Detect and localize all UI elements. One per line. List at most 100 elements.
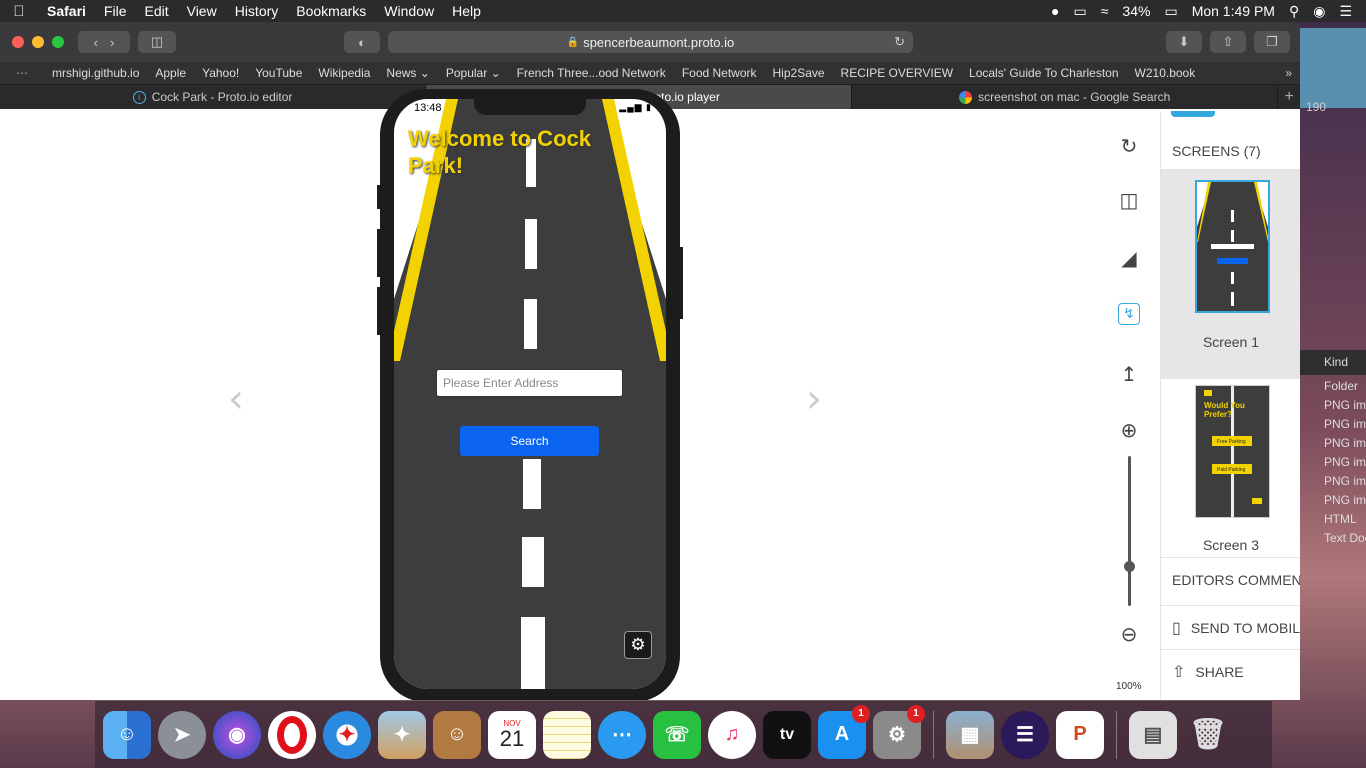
finder-kind-cell[interactable]: PNG image bbox=[1300, 474, 1366, 493]
favorite-link[interactable]: Hip2Save bbox=[765, 66, 833, 80]
restart-icon[interactable]: ↻ bbox=[1116, 133, 1142, 159]
calendar-icon[interactable]: NOV 21 bbox=[488, 710, 536, 759]
battery-percent[interactable]: 34% bbox=[1122, 3, 1150, 19]
minimize-window-button[interactable] bbox=[32, 36, 44, 48]
zoom-window-button[interactable] bbox=[52, 36, 64, 48]
share-toolbar-button[interactable]: ⇧ bbox=[1210, 31, 1246, 53]
powerpoint-icon[interactable]: P bbox=[1056, 710, 1104, 759]
favorite-folder-popular[interactable]: Popular ⌄ bbox=[438, 66, 509, 80]
screens-header: SCREENS (7) bbox=[1172, 143, 1261, 159]
favorite-link[interactable]: Apple bbox=[147, 66, 194, 80]
zoom-in-icon[interactable]: ⊕ bbox=[1116, 417, 1142, 443]
trash-icon[interactable]: 🗑 bbox=[1184, 711, 1232, 759]
favorites-grid-icon[interactable]: ⋯ bbox=[0, 66, 44, 80]
finder-kind-header[interactable]: Kind bbox=[1300, 350, 1366, 375]
menu-help[interactable]: Help bbox=[443, 3, 490, 19]
screen-thumbnail: Would You Prefer? Free Parking Paid Park… bbox=[1195, 385, 1270, 518]
back-arrow-icon[interactable]: ‹ bbox=[94, 35, 110, 50]
menu-app-name[interactable]: Safari bbox=[38, 3, 95, 19]
zoom-out-icon[interactable]: ⊖ bbox=[1116, 621, 1142, 647]
back-forward-buttons[interactable]: ‹ › bbox=[78, 31, 130, 53]
documents-stack-icon[interactable]: ▤ bbox=[1129, 710, 1177, 759]
favorite-folder-news[interactable]: News ⌄ bbox=[378, 66, 437, 80]
favorite-link[interactable]: Wikipedia bbox=[310, 66, 378, 80]
screen-card-3[interactable]: Would You Prefer? Free Parking Paid Park… bbox=[1161, 379, 1300, 573]
airplay-icon[interactable]: ▭ bbox=[1074, 3, 1087, 20]
send-to-mobile-row[interactable]: ▯ SEND TO MOBILE bbox=[1161, 605, 1300, 649]
ghost-icon[interactable]: ● bbox=[1051, 3, 1059, 19]
favorites-overflow-icon[interactable]: » bbox=[1285, 66, 1300, 80]
finder-icon[interactable]: ☺ bbox=[103, 710, 151, 759]
share-row[interactable]: ⇧ SHARE bbox=[1161, 649, 1300, 693]
menu-history[interactable]: History bbox=[226, 3, 288, 19]
finder-kind-cell[interactable]: PNG image bbox=[1300, 455, 1366, 474]
eclipse-icon[interactable]: ☰ bbox=[1001, 710, 1049, 759]
favorite-link[interactable]: RECIPE OVERVIEW bbox=[833, 66, 961, 80]
menu-bookmarks[interactable]: Bookmarks bbox=[287, 3, 375, 19]
favorite-link[interactable]: mrshigi.github.io bbox=[44, 66, 147, 80]
favorite-link[interactable]: Food Network bbox=[674, 66, 765, 80]
reload-icon[interactable]: ↻ bbox=[894, 34, 905, 50]
menu-window[interactable]: Window bbox=[375, 3, 443, 19]
tab-google-search[interactable]: screenshot on mac - Google Search bbox=[852, 85, 1279, 109]
finder-kind-cell[interactable]: HTML bbox=[1300, 512, 1366, 531]
forward-arrow-icon[interactable]: › bbox=[110, 35, 114, 50]
safari-compass-icon[interactable]: ✦ bbox=[323, 710, 371, 759]
image-capture-icon[interactable]: ▦ bbox=[946, 710, 994, 759]
finder-kind-cell[interactable]: Folder bbox=[1300, 379, 1366, 398]
tab-protoio-editor[interactable]: i Cock Park - Proto.io editor bbox=[0, 85, 427, 109]
favorite-link[interactable]: French Three...ood Network bbox=[509, 66, 674, 80]
music-icon[interactable]: ♫ bbox=[708, 710, 756, 759]
privacy-report-button[interactable]: ◐ bbox=[344, 31, 380, 53]
notes-icon[interactable] bbox=[543, 710, 591, 759]
siri-icon[interactable]: ◉ bbox=[1313, 3, 1325, 20]
wifi-icon[interactable]: ≈ bbox=[1101, 3, 1109, 19]
hotspot-icon[interactable]: ↯ bbox=[1118, 303, 1140, 325]
address-bar[interactable]: 🔒 spencerbeaumont.proto.io ↻ bbox=[388, 31, 913, 53]
favorite-link[interactable]: W210.book bbox=[1127, 66, 1204, 80]
zoom-slider-handle[interactable] bbox=[1124, 561, 1135, 572]
messages-icon[interactable]: ⋯ bbox=[598, 710, 646, 759]
apple-tv-icon[interactable]: tv bbox=[763, 710, 811, 759]
editors-comments-row[interactable]: EDITORS COMMENTS bbox=[1161, 557, 1300, 601]
search-button[interactable]: Search bbox=[460, 426, 599, 456]
facetime-icon[interactable]: ☏ bbox=[653, 710, 701, 759]
finder-kind-cell[interactable]: PNG image bbox=[1300, 417, 1366, 436]
address-input[interactable] bbox=[436, 369, 623, 397]
finder-kind-cell[interactable]: PNG image bbox=[1300, 493, 1366, 512]
downloads-button[interactable]: ⬇ bbox=[1166, 31, 1202, 53]
spotlight-search-icon[interactable]: ⚲ bbox=[1289, 3, 1299, 20]
previous-screen-arrow-icon[interactable]: ‹ bbox=[228, 376, 244, 422]
favorite-link[interactable]: Yahoo! bbox=[194, 66, 247, 80]
new-tab-button[interactable]: + bbox=[1278, 85, 1300, 109]
opera-icon[interactable] bbox=[268, 710, 316, 759]
favorite-link[interactable]: Locals' Guide To Charleston bbox=[961, 66, 1127, 80]
menu-file[interactable]: File bbox=[95, 3, 136, 19]
finder-kind-cell[interactable]: PNG image bbox=[1300, 436, 1366, 455]
upload-icon[interactable]: ↥ bbox=[1116, 361, 1142, 387]
tab-overview-button[interactable]: ❐ bbox=[1254, 31, 1290, 53]
close-window-button[interactable] bbox=[12, 36, 24, 48]
zoom-slider[interactable] bbox=[1128, 456, 1131, 606]
apple-icon[interactable]:  bbox=[0, 3, 38, 20]
rotate-device-icon[interactable]: ◫ bbox=[1116, 187, 1142, 213]
favorite-link[interactable]: YouTube bbox=[247, 66, 310, 80]
menu-edit[interactable]: Edit bbox=[135, 3, 177, 19]
next-screen-arrow-icon[interactable]: › bbox=[806, 376, 822, 422]
launchpad-icon[interactable]: ➤ bbox=[158, 710, 206, 759]
notification-center-icon[interactable]: ☰ bbox=[1339, 3, 1352, 20]
app-store-icon[interactable]: A1 bbox=[818, 704, 870, 759]
finder-kind-cell[interactable]: PNG image bbox=[1300, 398, 1366, 417]
contrast-icon[interactable]: ◢ bbox=[1116, 245, 1142, 271]
menu-view[interactable]: View bbox=[178, 3, 226, 19]
preview-eagle-icon[interactable]: ✦ bbox=[378, 710, 426, 759]
battery-icon[interactable]: ▭ bbox=[1164, 3, 1177, 20]
gear-icon[interactable]: ⚙ bbox=[624, 631, 652, 659]
finder-kind-cell[interactable]: Text Document bbox=[1300, 531, 1366, 550]
contacts-icon[interactable]: ☺ bbox=[433, 710, 481, 759]
siri-icon[interactable]: ◉ bbox=[213, 710, 261, 759]
sidebar-toggle-button[interactable]: ◫ bbox=[138, 31, 176, 53]
screen-card-1[interactable]: Screen 1 bbox=[1161, 169, 1300, 379]
menubar-clock[interactable]: Mon 1:49 PM bbox=[1192, 3, 1275, 19]
system-preferences-icon[interactable]: ⚙ 1 bbox=[873, 704, 925, 759]
